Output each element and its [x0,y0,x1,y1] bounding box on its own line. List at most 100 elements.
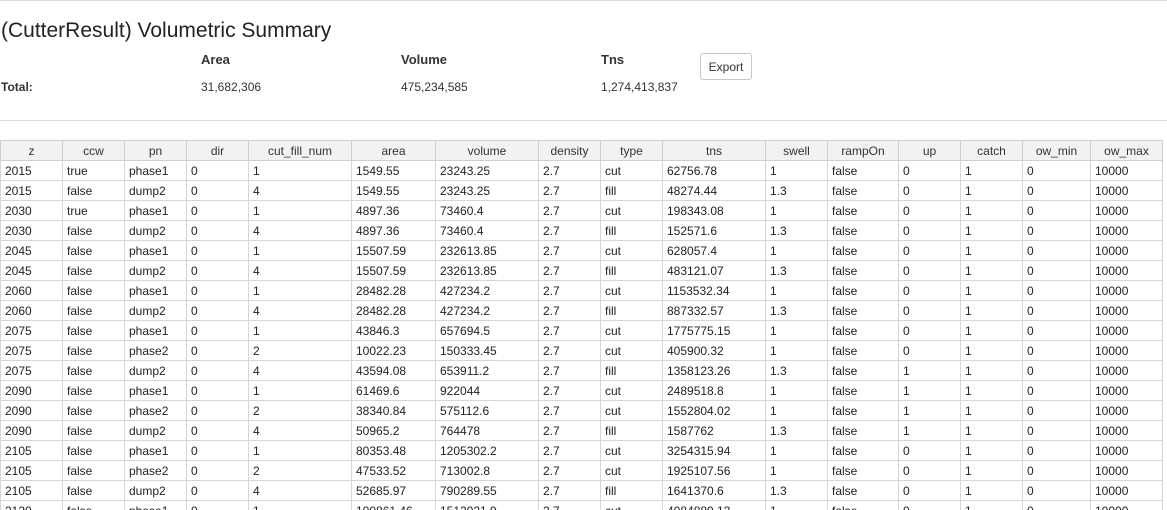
cell-rampon: false [827,220,899,241]
export-button[interactable]: Export [700,53,752,80]
cell-ow-max: 10000 [1090,400,1163,421]
cell-z: 2120 [0,500,63,510]
column-header-type[interactable]: type [600,140,663,161]
cell-dir: 0 [186,360,249,381]
cell-pn: phase1 [124,500,187,510]
cell-dir: 0 [186,180,249,201]
cell-ow-min: 0 [1022,400,1091,421]
cell-type: cut [600,200,663,221]
cell-area: 47533.52 [351,460,436,481]
table-body: 2015 true phase1 0 1 1549.55 23243.25 2.7 cut 627… [0,160,1163,510]
cell-area: 43846.3 [351,320,436,341]
cell-rampon: false [827,200,899,221]
cell-ow-max: 10000 [1090,440,1163,461]
cell-dir: 0 [186,260,249,281]
cell-z: 2090 [0,400,63,421]
cell-tns: 3254315.94 [662,440,766,461]
cell-cut-fill-num: 1 [248,320,352,341]
cell-area: 28482.28 [351,300,436,321]
cell-type: fill [600,480,663,501]
cell-up: 0 [898,220,961,241]
column-header-ow-max[interactable]: ow_max [1090,140,1163,161]
cell-pn: phase1 [124,280,187,301]
column-header-dir[interactable]: dir [186,140,249,161]
table-row: 2060 false dump2 0 4 28482.28 427234.2 2.7 fill 8… [0,300,1163,321]
column-header-tns[interactable]: tns [662,140,766,161]
cell-pn: phase1 [124,440,187,461]
cell-ccw: true [62,160,125,181]
cell-z: 2015 [0,160,63,181]
cell-ow-min: 0 [1022,340,1091,361]
column-header-cut-fill-num[interactable]: cut_fill_num [248,140,352,161]
cell-type: fill [600,300,663,321]
column-header-density[interactable]: density [538,140,601,161]
cell-density: 2.7 [538,180,601,201]
column-header-pn[interactable]: pn [124,140,187,161]
cell-density: 2.7 [538,460,601,481]
cell-swell: 1 [765,160,828,181]
cell-rampon: false [827,400,899,421]
cell-tns: 405900.32 [662,340,766,361]
cell-density: 2.7 [538,260,601,281]
cell-catch: 1 [960,260,1023,281]
column-header-z[interactable]: z [0,140,63,161]
column-header-ow-min[interactable]: ow_min [1022,140,1091,161]
cell-tns: 4084889.13 [662,500,766,510]
column-header-ccw[interactable]: ccw [62,140,125,161]
cell-pn: phase1 [124,240,187,261]
column-header-volume[interactable]: volume [435,140,539,161]
summary-area-header: Area [201,52,230,67]
cell-ow-max: 10000 [1090,280,1163,301]
cell-ow-max: 10000 [1090,340,1163,361]
cell-catch: 1 [960,360,1023,381]
cell-rampon: false [827,320,899,341]
cell-up: 0 [898,240,961,261]
cell-catch: 1 [960,440,1023,461]
cell-cut-fill-num: 2 [248,340,352,361]
summary-volume-header: Volume [401,52,447,67]
column-header-area[interactable]: area [351,140,436,161]
cell-area: 15507.59 [351,240,436,261]
cell-dir: 0 [186,460,249,481]
cell-ow-max: 10000 [1090,420,1163,441]
cell-up: 0 [898,320,961,341]
cell-ow-min: 0 [1022,180,1091,201]
cell-tns: 628057.4 [662,240,766,261]
column-header-up[interactable]: up [898,140,961,161]
cell-ccw: false [62,480,125,501]
cell-tns: 1153532.34 [662,280,766,301]
column-header-catch[interactable]: catch [960,140,1023,161]
cell-tns: 887332.57 [662,300,766,321]
cell-ow-max: 10000 [1090,300,1163,321]
cell-z: 2075 [0,340,63,361]
cell-ow-min: 0 [1022,240,1091,261]
cell-up: 1 [898,420,961,441]
cell-swell: 1 [765,200,828,221]
cell-z: 2105 [0,440,63,461]
cell-ow-min: 0 [1022,200,1091,221]
cell-z: 2045 [0,240,63,261]
cell-cut-fill-num: 1 [248,500,352,510]
cell-area: 80353.48 [351,440,436,461]
cell-ow-max: 10000 [1090,500,1163,510]
cell-pn: phase2 [124,340,187,361]
cell-pn: dump2 [124,220,187,241]
cell-pn: dump2 [124,480,187,501]
cell-z: 2060 [0,300,63,321]
cell-cut-fill-num: 1 [248,440,352,461]
cell-density: 2.7 [538,380,601,401]
cell-ccw: false [62,280,125,301]
cell-swell: 1.3 [765,360,828,381]
cell-z: 2030 [0,220,63,241]
cell-volume: 232613.85 [435,260,539,281]
column-header-swell[interactable]: swell [765,140,828,161]
cell-volume: 73460.4 [435,200,539,221]
table-row: 2075 false dump2 0 4 43594.08 653911.2 2.7 fill 1… [0,360,1163,381]
column-header-rampon[interactable]: rampOn [827,140,899,161]
cell-ow-max: 10000 [1090,480,1163,501]
cell-catch: 1 [960,180,1023,201]
cell-catch: 1 [960,200,1023,221]
cell-z: 2030 [0,200,63,221]
cell-ccw: false [62,340,125,361]
cell-ow-min: 0 [1022,420,1091,441]
